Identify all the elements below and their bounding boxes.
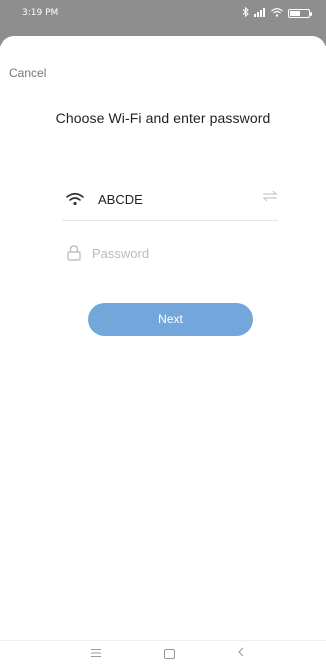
switch-network-icon[interactable] — [262, 190, 278, 205]
bluetooth-icon — [242, 6, 249, 19]
wifi-ssid: ABCDE — [98, 192, 143, 207]
next-button[interactable]: Next — [88, 303, 253, 336]
status-time: 3:19 PM — [22, 8, 59, 18]
lock-icon — [67, 245, 81, 266]
menu-icon[interactable] — [91, 647, 101, 659]
wifi-network-row[interactable]: ABCDE — [62, 180, 278, 221]
home-icon[interactable] — [164, 649, 175, 659]
cancel-button[interactable]: Cancel — [9, 66, 46, 80]
signal-icon — [254, 7, 266, 19]
password-input[interactable] — [92, 242, 262, 264]
wifi-setup-sheet: Cancel Choose Wi-Fi and enter password A… — [0, 36, 326, 665]
wifi-icon — [66, 192, 84, 211]
battery-icon — [288, 8, 312, 18]
wifi-icon — [271, 7, 283, 19]
password-row — [62, 234, 278, 274]
page-title: Choose Wi-Fi and enter password — [55, 110, 271, 126]
status-icons — [242, 6, 312, 19]
back-icon[interactable] — [238, 647, 244, 659]
system-nav-bar — [0, 640, 326, 666]
